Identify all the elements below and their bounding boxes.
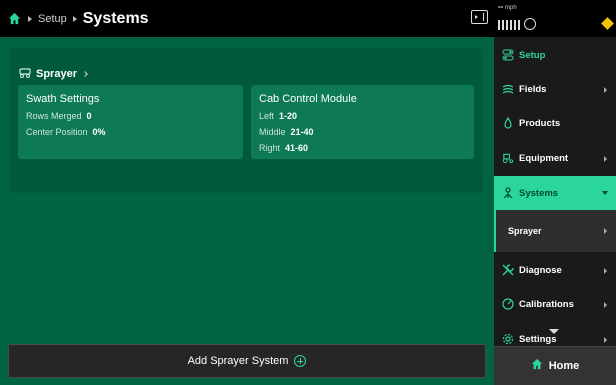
sidebar-item-label: Sprayer (508, 226, 542, 236)
sidebar-item-products[interactable]: Products (494, 106, 616, 140)
chevron-right-icon (604, 302, 607, 308)
cab-right-value: 41-60 (285, 143, 309, 153)
cab-right-row: Right 41-60 (259, 143, 308, 153)
home-icon (531, 357, 543, 375)
cab-left-value: 1-20 (279, 111, 298, 121)
fields-icon (502, 83, 514, 95)
cab-middle-value: 21-40 (290, 127, 314, 137)
sidebar-item-sprayer[interactable]: Sprayer (494, 210, 616, 252)
sidebar-item-setup[interactable]: Setup (494, 38, 616, 72)
add-sprayer-system-button[interactable]: Add Sprayer System (8, 344, 486, 378)
swath-settings-title: Swath Settings (26, 93, 100, 105)
scroll-down-icon[interactable] (549, 329, 559, 334)
speed-value: -- (498, 2, 504, 11)
top-bar: Setup Systems (0, 0, 494, 37)
gps-icon[interactable] (524, 18, 536, 30)
chevron-right-icon (604, 87, 607, 93)
speed-readout: -- mph (498, 2, 517, 11)
sidebar-item-label: Systems (519, 187, 559, 199)
toggle-icon (502, 49, 514, 61)
home-button[interactable]: Home (494, 346, 616, 385)
breadcrumb-arrow-icon (28, 15, 32, 22)
chevron-right-icon (604, 337, 607, 343)
sidebar-item-label: Settings (519, 333, 557, 345)
signal-bars-icon (498, 20, 520, 30)
rows-merged-value: 0 (86, 111, 92, 121)
status-area: -- mph (494, 0, 616, 37)
sidebar-item-calibrations[interactable]: Calibrations (494, 287, 616, 321)
sidebar-item-systems[interactable]: Systems (494, 176, 616, 210)
center-position-value: 0% (92, 127, 106, 137)
chevron-right-icon (604, 268, 607, 274)
breadcrumb-arrow-icon (72, 15, 77, 22)
page-title: Systems (82, 9, 149, 27)
chevron-right-icon (82, 71, 88, 77)
center-position-row: Center Position 0% (26, 127, 106, 137)
speed-unit: mph (505, 5, 517, 11)
sprayer-card-header[interactable]: Sprayer (19, 65, 88, 83)
cab-right-label: Right (259, 143, 281, 153)
sprayer-card-title: Sprayer (36, 68, 77, 80)
chevron-right-icon (604, 156, 607, 162)
home-label: Home (548, 360, 580, 372)
sprayer-card: Sprayer Swath Settings Rows Merged 0 Cent… (10, 48, 483, 193)
chevron-right-icon (604, 228, 607, 234)
systems-icon (502, 187, 514, 199)
sidebar-item-diagnose[interactable]: Diagnose (494, 253, 616, 287)
rows-merged-label: Rows Merged (26, 111, 82, 121)
sidebar: Setup Fields Products Equipment Systems … (494, 37, 616, 385)
gear-icon (502, 333, 514, 345)
main-content: Sprayer Swath Settings Rows Merged 0 Cent… (0, 37, 494, 385)
swath-settings-panel[interactable]: Swath Settings Rows Merged 0 Center Posit… (18, 85, 243, 159)
cab-middle-label: Middle (259, 127, 286, 137)
rows-merged-row: Rows Merged 0 (26, 111, 92, 121)
sidebar-item-label: Fields (519, 83, 547, 95)
tractor-icon (502, 152, 514, 164)
sidebar-item-equipment[interactable]: Equipment (494, 141, 616, 175)
cab-middle-row: Middle 21-40 (259, 127, 314, 137)
sidebar-item-label: Calibrations (519, 298, 574, 310)
cab-control-panel[interactable]: Cab Control Module Left 1-20 Middle 21-40 … (251, 85, 474, 159)
sidebar-item-label: Products (519, 117, 561, 129)
sidebar-item-fields[interactable]: Fields (494, 72, 616, 106)
sprayer-icon (19, 65, 31, 83)
panel-toggle-icon[interactable] (471, 10, 488, 24)
cab-left-label: Left (259, 111, 275, 121)
sidebar-item-label: Setup (519, 49, 546, 61)
wrench-icon (502, 264, 514, 276)
cab-control-title: Cab Control Module (259, 93, 357, 105)
center-position-label: Center Position (26, 127, 88, 137)
add-sprayer-system-label: Add Sprayer System (187, 355, 289, 367)
home-icon[interactable] (6, 11, 22, 27)
chevron-down-icon (602, 191, 608, 195)
cab-left-row: Left 1-20 (259, 111, 297, 121)
breadcrumb-setup[interactable]: Setup (38, 13, 67, 25)
plus-circle-icon (294, 355, 307, 367)
products-icon (502, 117, 514, 129)
sidebar-item-label: Diagnose (519, 264, 562, 276)
gauge-icon (502, 298, 514, 310)
sidebar-item-label: Equipment (519, 152, 569, 164)
